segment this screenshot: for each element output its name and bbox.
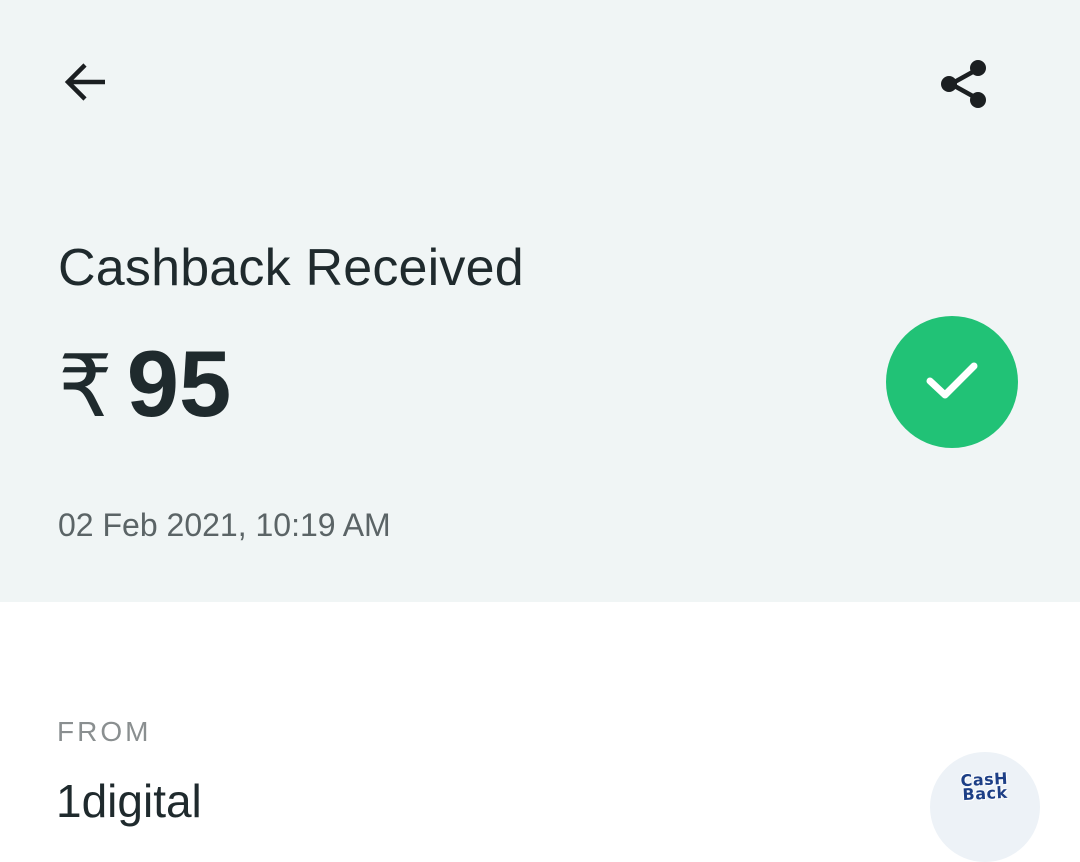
- currency-symbol: ₹: [58, 339, 113, 435]
- checkmark-icon: [922, 350, 982, 415]
- source-name: 1digital: [56, 775, 202, 827]
- transaction-datetime: 02 Feb 2021, 10:19 AM: [58, 507, 391, 543]
- amount-display: ₹ 95: [58, 330, 231, 438]
- amount-value: 95: [126, 331, 232, 436]
- transaction-summary-panel: Cashback Received ₹ 95 02 Feb 2021, 10:1…: [0, 0, 1080, 602]
- status-success-badge: [886, 316, 1018, 448]
- logo-line-2: Back: [962, 782, 1009, 805]
- back-button[interactable]: [56, 54, 116, 114]
- from-label: FROM: [57, 716, 152, 747]
- share-icon: [937, 57, 991, 116]
- arrow-left-icon: [61, 57, 111, 112]
- page-title: Cashback Received: [58, 239, 524, 297]
- cashback-logo-text: CasH Back: [960, 768, 1010, 805]
- share-button[interactable]: [932, 54, 996, 118]
